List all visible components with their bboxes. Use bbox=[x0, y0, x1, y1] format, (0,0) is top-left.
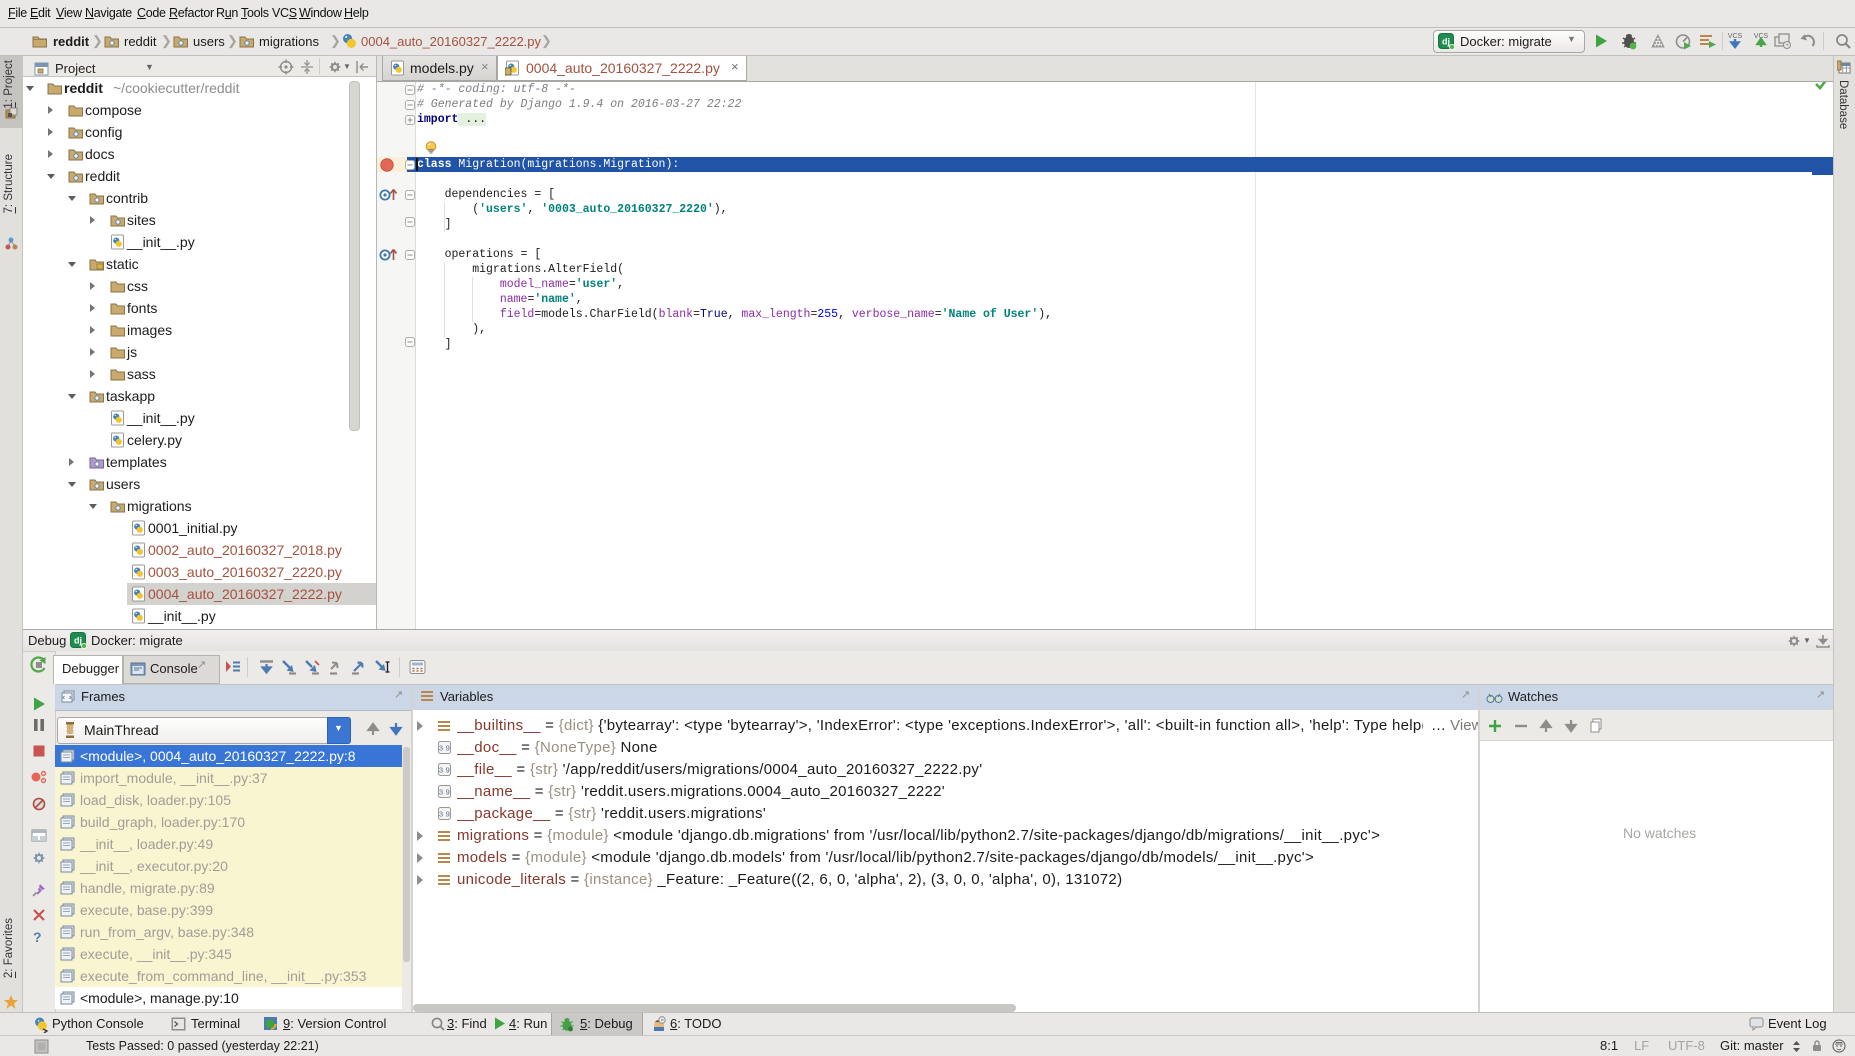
svg-text:3 9: 3 9 bbox=[439, 744, 450, 753]
svg-text:VCS: VCS bbox=[1728, 33, 1743, 40]
svg-text:3 9: 3 9 bbox=[439, 766, 450, 775]
svg-text:dj: dj bbox=[74, 636, 82, 646]
svg-text:dj: dj bbox=[1442, 37, 1450, 47]
svg-text:3 9: 3 9 bbox=[439, 810, 450, 819]
svg-text:3 9: 3 9 bbox=[439, 788, 450, 797]
